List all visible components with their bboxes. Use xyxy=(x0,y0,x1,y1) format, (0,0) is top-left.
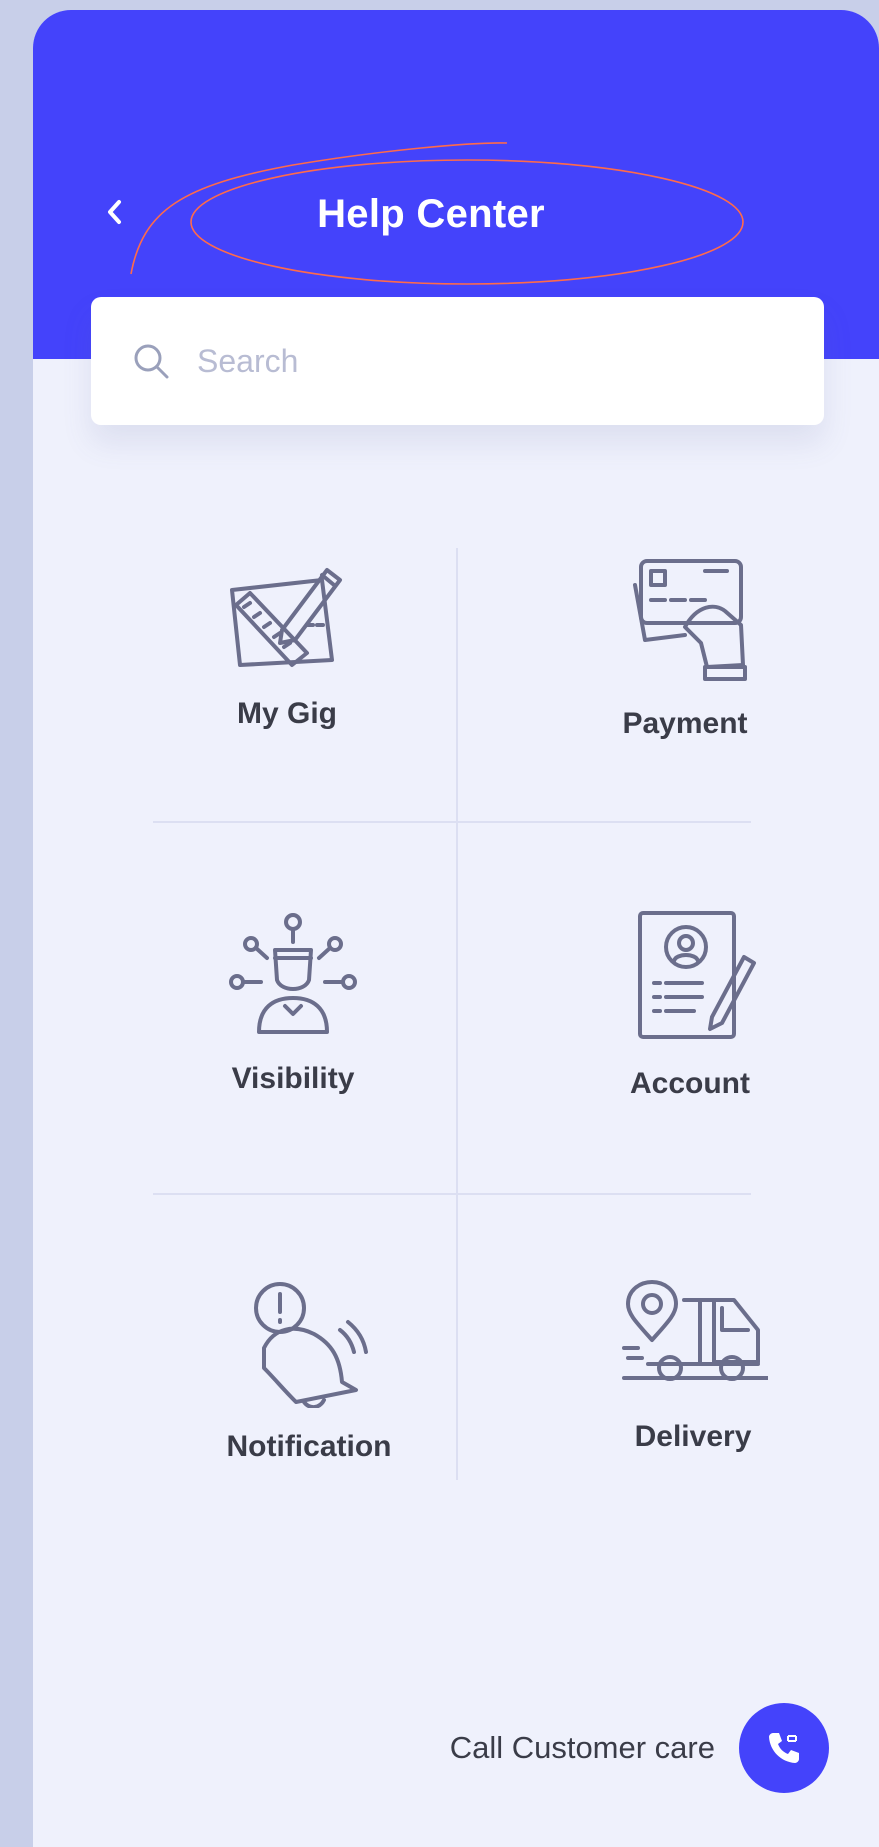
search-icon xyxy=(134,344,169,379)
category-label: Visibility xyxy=(231,1062,355,1095)
page-title: Help Center xyxy=(317,192,545,236)
category-label: Account xyxy=(630,1067,750,1100)
grid-divider-horizontal xyxy=(153,821,751,823)
alert-bell-icon xyxy=(254,1282,368,1408)
delivery-truck-icon xyxy=(622,1280,768,1381)
search-input[interactable] xyxy=(195,341,799,381)
help-center-screen: Help Center My Gig xyxy=(33,10,879,1847)
grid-divider-horizontal xyxy=(153,1193,751,1195)
category-delivery[interactable]: Delivery xyxy=(568,1278,818,1454)
phone-icon xyxy=(769,1733,799,1763)
category-my-gig[interactable]: My Gig xyxy=(162,545,412,731)
category-account[interactable]: Account xyxy=(565,905,815,1101)
category-label: Delivery xyxy=(634,1420,752,1453)
profile-document-icon xyxy=(638,911,756,1039)
call-customer-care: Call Customer care xyxy=(450,1703,829,1793)
category-payment[interactable]: Payment xyxy=(560,545,810,741)
search-bar[interactable] xyxy=(91,297,824,425)
category-label: My Gig xyxy=(236,697,337,730)
category-notification[interactable]: Notification xyxy=(184,1278,434,1464)
design-tools-icon xyxy=(230,568,342,667)
grid-divider-vertical xyxy=(456,548,458,1480)
page-title-wrap: Help Center xyxy=(33,192,879,237)
credit-card-hand-icon xyxy=(633,559,747,681)
category-label: Notification xyxy=(226,1430,392,1463)
call-label: Call Customer care xyxy=(449,1730,715,1765)
category-label: Payment xyxy=(622,707,748,740)
call-button[interactable] xyxy=(739,1703,829,1793)
person-network-icon xyxy=(229,913,357,1034)
category-visibility[interactable]: Visibility xyxy=(168,910,418,1096)
